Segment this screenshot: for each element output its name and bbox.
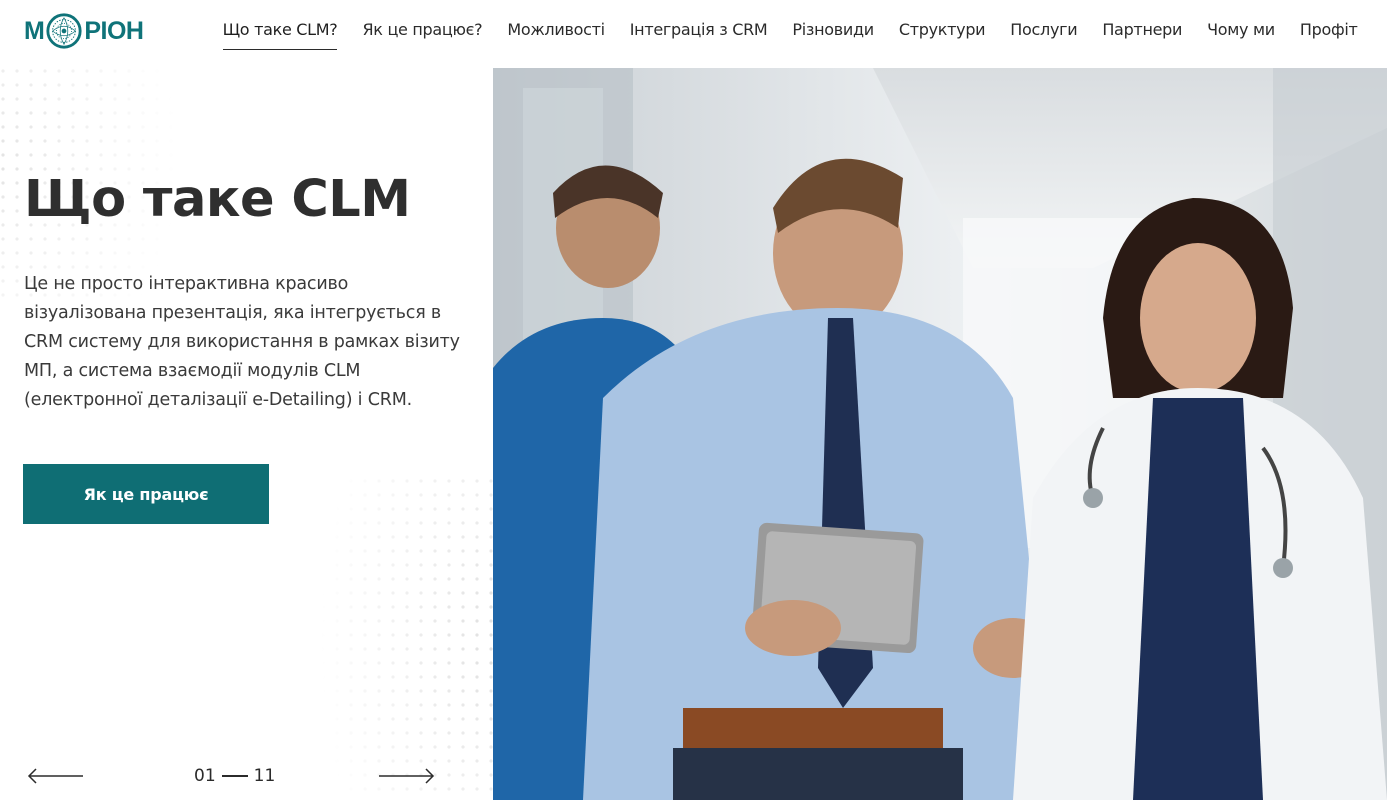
nav-item-types[interactable]: Різновиди [780,18,886,50]
nav-item-structures[interactable]: Структури [886,18,997,50]
nav-item-features[interactable]: Можливості [495,18,617,50]
arrow-left-icon[interactable] [27,766,85,786]
site-header: М РІОН Що таке CLM? Як це працює? Можлив… [0,0,1387,68]
slide-current: 01 [194,766,216,786]
logo-wordmark: М РІОН [24,12,144,50]
nav-item-how-it-works[interactable]: Як це працює? [350,18,495,50]
nav-item-profit[interactable]: Профіт [1287,18,1370,50]
hero-section: Що таке CLM Це не просто інтерактивна кр… [0,68,493,800]
nav-item-what-is-clm[interactable]: Що таке CLM? [210,18,350,50]
slide-counter: 01 11 [194,766,275,786]
slider-pagination: 01 11 [0,758,493,798]
doctors-photo [493,68,1387,800]
logo-letter-left: М [24,16,45,45]
nav-item-crm-integration[interactable]: Інтеграція з CRM [617,18,780,50]
nav-item-partners[interactable]: Партнери [1090,18,1195,50]
counter-divider [221,775,248,777]
slide-total: 11 [253,766,276,786]
decorative-dots-bottom [320,478,493,800]
hero-photo [493,68,1387,800]
nav-item-why-us[interactable]: Чому ми [1195,18,1288,50]
logo-letter-right: РІОН [84,16,144,45]
main-nav: Що таке CLM? Як це працює? Можливості Ін… [210,18,1370,50]
nav-item-services[interactable]: Послуги [998,18,1090,50]
globe-icon [46,13,82,49]
hero-description: Це не просто інтерактивна красиво візуал… [24,274,460,410]
page-title: Що таке CLM [24,170,411,229]
logo[interactable]: М РІОН [24,11,144,51]
arrow-right-icon[interactable] [377,766,435,786]
how-it-works-button[interactable]: Як це працює [23,464,269,524]
